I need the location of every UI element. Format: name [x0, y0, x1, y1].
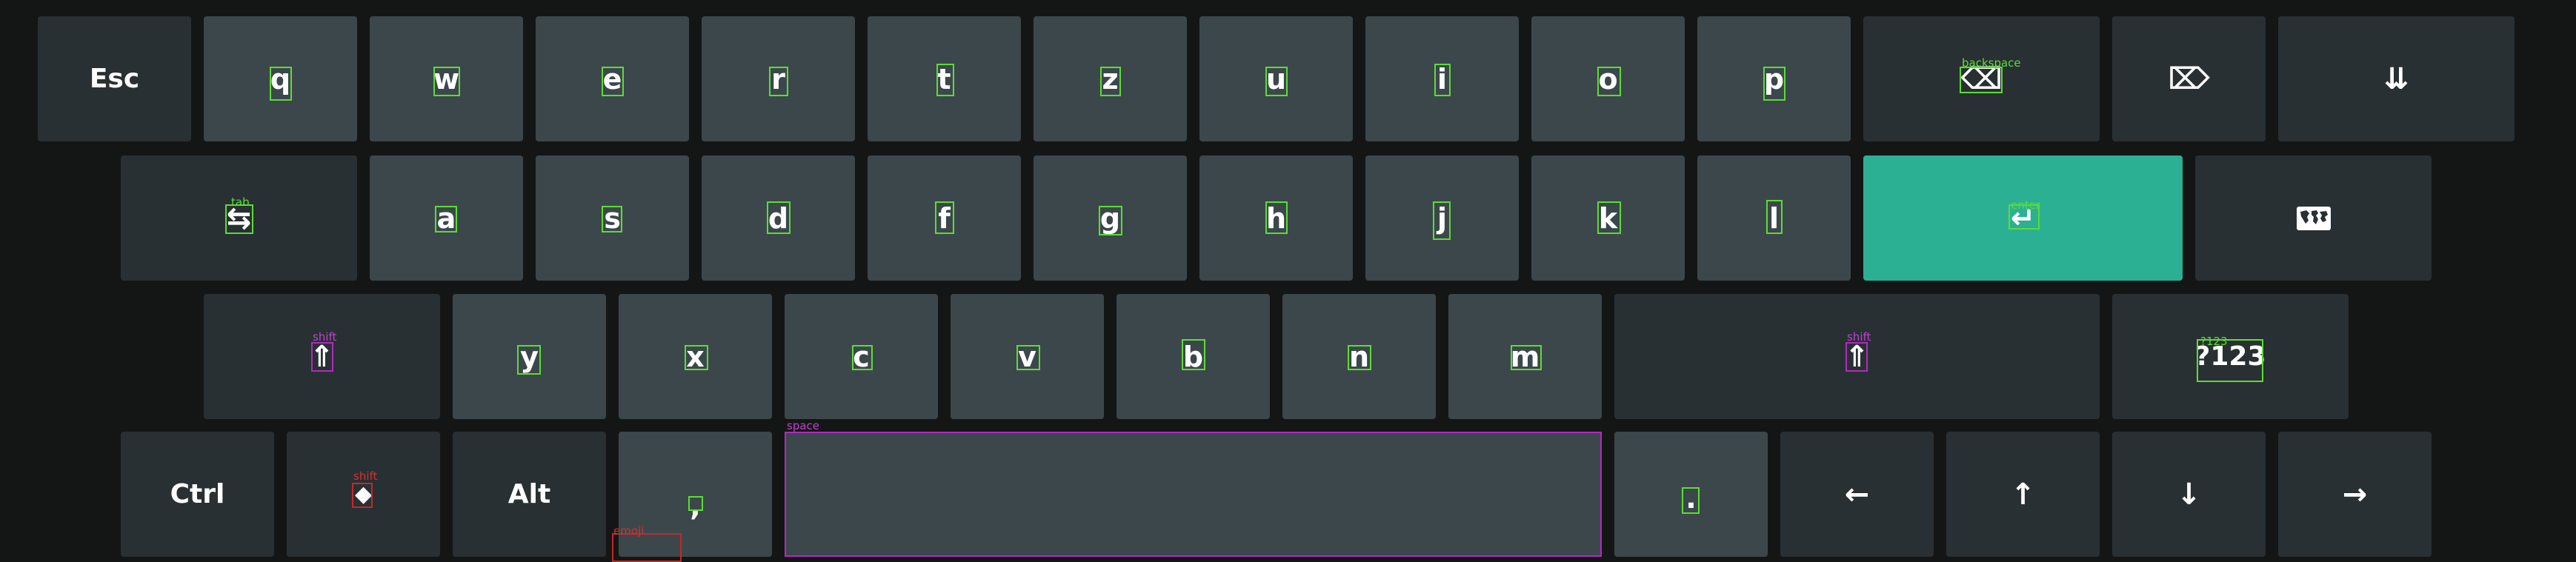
numeric-key[interactable]: ?123 — [2112, 294, 2349, 419]
key-c[interactable]: c — [785, 294, 938, 419]
arrow-up-icon: ↑ — [2010, 477, 2036, 512]
key-x-label: x — [686, 340, 705, 373]
key-q-label: q — [270, 62, 291, 96]
key-m-label: m — [1510, 340, 1540, 373]
backspace-key[interactable]: ⌫ — [1863, 16, 2100, 141]
key-q[interactable]: q — [204, 16, 357, 141]
key-t-label: t — [937, 62, 951, 96]
backspace-icon: ⌫ — [1960, 61, 2003, 96]
arrow-right-key[interactable]: → — [2278, 432, 2432, 557]
enter-icon: ↵ — [2010, 201, 2036, 235]
shift-left-key[interactable]: ⇑ — [204, 294, 440, 419]
key-w[interactable]: w — [370, 16, 523, 141]
key-e-label: e — [602, 62, 622, 96]
hide-keyboard-icon: ⇊ — [2383, 61, 2409, 96]
key-d-label: d — [768, 201, 789, 235]
key-j[interactable]: j — [1365, 155, 1519, 281]
world-map-icon — [2296, 206, 2331, 230]
key-h-label: h — [1265, 201, 1287, 235]
arrow-right-icon: → — [2342, 477, 2368, 512]
key-l[interactable]: l — [1697, 155, 1851, 281]
diamond-icon: ◆ — [354, 481, 373, 507]
alt-key[interactable]: Alt — [453, 432, 606, 557]
arrow-down-key[interactable]: ↓ — [2112, 432, 2266, 557]
tab-icon: ⇆ — [226, 201, 252, 235]
key-i[interactable]: i — [1365, 16, 1519, 141]
key-w-label: w — [433, 62, 460, 96]
key-u[interactable]: u — [1199, 16, 1353, 141]
key-v[interactable]: v — [951, 294, 1104, 419]
key-k[interactable]: k — [1531, 155, 1685, 281]
arrow-up-key[interactable]: ↑ — [1946, 432, 2100, 557]
arrow-down-icon: ↓ — [2176, 477, 2202, 512]
key-o-label: o — [1598, 62, 1618, 96]
arrow-left-key[interactable]: ← — [1780, 432, 1934, 557]
key-r-label: r — [771, 62, 785, 96]
key-j-label: j — [1437, 201, 1448, 235]
esc-key[interactable]: Esc — [38, 16, 191, 141]
key-y-label: y — [520, 340, 539, 373]
period-key-label: . — [1685, 481, 1697, 515]
key-u-label: u — [1265, 62, 1287, 96]
key-n-label: n — [1348, 340, 1370, 373]
period-key[interactable]: . — [1614, 432, 1768, 557]
key-i-label: i — [1437, 62, 1448, 96]
key-x[interactable]: x — [619, 294, 772, 419]
key-k-label: k — [1598, 201, 1618, 235]
shift-right-key[interactable]: ⇑ — [1614, 294, 2100, 419]
language-key[interactable] — [2195, 155, 2432, 281]
key-c-label: c — [853, 340, 870, 373]
delete-key[interactable]: ⌦ — [2112, 16, 2266, 141]
ctrl-key-label: Ctrl — [170, 479, 225, 509]
ctrl-key[interactable]: Ctrl — [121, 432, 274, 557]
tab-key[interactable]: ⇆ — [121, 155, 357, 281]
super-key[interactable]: ◆ — [287, 432, 440, 557]
key-a-label: a — [436, 201, 456, 235]
numeric-key-label: ?123 — [2194, 341, 2266, 372]
arrow-left-icon: ← — [1844, 477, 1870, 512]
delete-forward-icon: ⌦ — [2168, 61, 2210, 96]
overlay-label-space: space — [787, 419, 820, 432]
key-g[interactable]: g — [1034, 155, 1187, 281]
key-d[interactable]: d — [702, 155, 855, 281]
key-a[interactable]: a — [370, 155, 523, 281]
key-o[interactable]: o — [1531, 16, 1685, 141]
key-b-label: b — [1182, 340, 1204, 373]
shift-icon: ⇑ — [309, 339, 335, 374]
shift-icon: ⇑ — [1844, 339, 1870, 374]
comma-key[interactable]: , — [619, 432, 772, 557]
key-n[interactable]: n — [1282, 294, 1436, 419]
key-g-label: g — [1099, 201, 1121, 235]
key-y[interactable]: y — [453, 294, 606, 419]
key-t[interactable]: t — [868, 16, 1021, 141]
key-p[interactable]: p — [1697, 16, 1851, 141]
esc-key-label: Esc — [89, 64, 140, 94]
key-z[interactable]: z — [1034, 16, 1187, 141]
key-p-label: p — [1763, 62, 1785, 96]
key-s[interactable]: s — [536, 155, 689, 281]
key-f-label: f — [938, 201, 951, 235]
key-b[interactable]: b — [1116, 294, 1270, 419]
alt-key-label: Alt — [507, 479, 551, 509]
key-r[interactable]: r — [702, 16, 855, 141]
key-e[interactable]: e — [536, 16, 689, 141]
key-l-label: l — [1768, 201, 1780, 235]
key-h[interactable]: h — [1199, 155, 1353, 281]
key-s-label: s — [604, 201, 621, 235]
key-z-label: z — [1102, 62, 1119, 96]
space-key[interactable] — [785, 432, 1602, 557]
enter-key[interactable]: ↵ — [1863, 155, 2183, 281]
hide-keyboard-key[interactable]: ⇊ — [2278, 16, 2515, 141]
key-m[interactable]: m — [1448, 294, 1602, 419]
comma-key-label: , — [690, 489, 701, 522]
key-f[interactable]: f — [868, 155, 1021, 281]
key-v-label: v — [1018, 340, 1036, 373]
